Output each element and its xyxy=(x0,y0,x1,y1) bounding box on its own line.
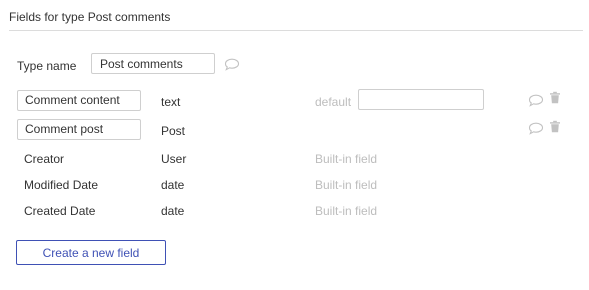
builtin-field-note: Built-in field xyxy=(315,204,378,218)
title-divider xyxy=(9,30,583,31)
builtin-field-name: Created Date xyxy=(24,204,96,218)
type-name-label: Type name xyxy=(17,59,77,73)
builtin-field-type: date xyxy=(161,178,185,192)
speech-bubble-icon[interactable] xyxy=(224,58,240,71)
field-type-comment-content: text xyxy=(161,95,181,109)
builtin-field-name: Creator xyxy=(24,152,65,166)
field-name-input-comment-post[interactable]: Comment post xyxy=(17,119,141,140)
builtin-field-note: Built-in field xyxy=(315,152,378,166)
type-name-input[interactable]: Post comments xyxy=(91,53,215,74)
builtin-field-note: Built-in field xyxy=(315,178,378,192)
trash-icon[interactable] xyxy=(549,120,561,133)
page-title: Fields for type Post comments xyxy=(9,10,171,24)
create-new-field-button[interactable]: Create a new field xyxy=(16,240,166,265)
default-value-input[interactable] xyxy=(358,89,484,110)
field-type-comment-post: Post xyxy=(161,124,186,138)
default-label: default xyxy=(315,95,352,109)
speech-bubble-icon[interactable] xyxy=(528,94,544,107)
builtin-field-type: User xyxy=(161,152,187,166)
builtin-field-name: Modified Date xyxy=(24,178,99,192)
builtin-field-type: date xyxy=(161,204,185,218)
speech-bubble-icon[interactable] xyxy=(528,122,544,135)
field-name-input-comment-content[interactable]: Comment content xyxy=(17,90,141,111)
trash-icon[interactable] xyxy=(549,91,561,104)
